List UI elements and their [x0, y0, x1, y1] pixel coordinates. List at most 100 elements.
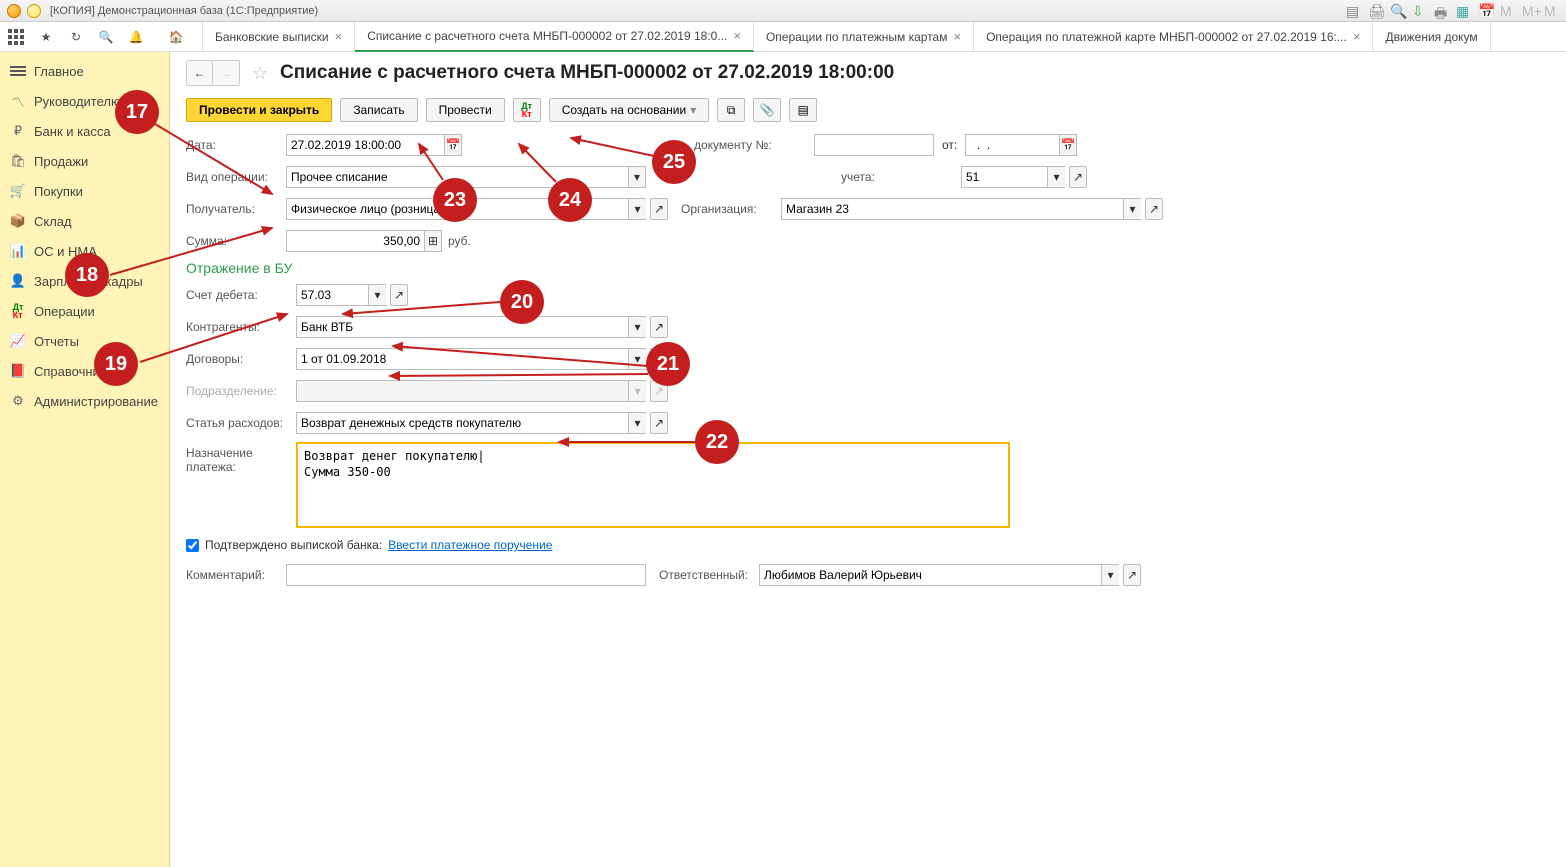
sidebar-item-sales[interactable]: 🛍Продажи — [0, 146, 169, 176]
tab-bar: Банковские выписки× Списание с расчетног… — [202, 22, 1560, 52]
dropdown-button[interactable]: ▾ — [628, 198, 646, 220]
open-button[interactable]: ↗ — [650, 198, 668, 220]
payment-purpose-label: Назначение платежа: — [186, 442, 296, 474]
from-label: от: — [942, 138, 957, 152]
bag-icon: 🛍 — [10, 153, 26, 169]
m-plus-icon[interactable]: M+ — [1522, 3, 1538, 19]
sidebar-item-purchases[interactable]: 🛒Покупки — [0, 176, 169, 206]
confirmed-checkbox[interactable] — [186, 539, 199, 552]
nav-forward-button[interactable]: → — [213, 61, 239, 85]
calendar-button[interactable]: 📅 — [444, 134, 462, 156]
tab-card-ops[interactable]: Операции по платежным картам× — [754, 22, 974, 52]
dropdown-button[interactable]: ▾ — [1101, 564, 1119, 586]
dropdown-button: ▾ — [628, 380, 646, 402]
close-icon[interactable]: × — [1353, 29, 1361, 44]
dropdown-button[interactable]: ▾ — [628, 316, 646, 338]
account-input[interactable] — [961, 166, 1047, 188]
callout-22: 22 — [695, 420, 739, 464]
tab-card-op-doc[interactable]: Операция по платежной карте МНБП-000002 … — [974, 22, 1373, 52]
list-button[interactable]: ▤ — [789, 98, 817, 122]
ruble-icon: ₽ — [10, 123, 26, 139]
callout-20: 20 — [500, 280, 544, 324]
comment-label: Комментарий: — [186, 568, 286, 582]
related-docs-button[interactable]: ⧉ — [717, 98, 745, 122]
create-based-button[interactable]: Создать на основании ▾ — [549, 98, 710, 122]
app-circle-icon — [26, 3, 42, 19]
zoom-icon[interactable]: 🔍 — [1390, 3, 1406, 19]
tab-movements[interactable]: Движения докум — [1373, 22, 1490, 52]
trend-icon: 〽 — [10, 93, 26, 109]
sidebar-item-main[interactable]: Главное — [0, 56, 169, 86]
post-and-close-button[interactable]: Провести и закрыть — [186, 98, 332, 122]
dropdown-button[interactable]: ▾ — [1123, 198, 1141, 220]
print-icon[interactable]: 🖨 — [1368, 3, 1384, 19]
dropdown-button[interactable]: ▾ — [628, 348, 646, 370]
dtk-button[interactable]: ДтКт — [513, 98, 541, 122]
apps-grid-icon[interactable] — [6, 27, 26, 47]
tab-bank-statements[interactable]: Банковские выписки× — [202, 22, 355, 52]
counterparty-label: Контрагенты: — [186, 320, 296, 334]
open-button[interactable]: ↗ — [390, 284, 408, 306]
input-no-field[interactable] — [814, 134, 934, 156]
sidebar: Главное 〽Руководителю ₽Банк и касса 🛍Про… — [0, 52, 170, 867]
search-icon[interactable]: 🔍 — [96, 27, 116, 47]
sidebar-item-directories[interactable]: 📕Справочники — [0, 356, 169, 386]
chart-icon: 📊 — [10, 243, 26, 259]
debit-account-input[interactable] — [296, 284, 368, 306]
from-date-input[interactable] — [965, 134, 1059, 156]
expense-item-input[interactable] — [296, 412, 628, 434]
contracts-label: Договоры: — [186, 352, 296, 366]
open-button[interactable]: ↗ — [1069, 166, 1087, 188]
history-icon[interactable]: ↻ — [66, 27, 86, 47]
post-button[interactable]: Провести — [426, 98, 505, 122]
comment-input[interactable] — [286, 564, 646, 586]
open-button[interactable]: ↗ — [650, 412, 668, 434]
m-icon[interactable]: M — [1500, 3, 1516, 19]
attach-button[interactable]: 📎 — [753, 98, 781, 122]
responsible-input[interactable] — [759, 564, 1101, 586]
book-icon: 📕 — [10, 363, 26, 379]
star-icon[interactable]: ★ — [36, 27, 56, 47]
calendar-button[interactable]: 📅 — [1059, 134, 1077, 156]
organization-input[interactable] — [781, 198, 1123, 220]
lock-icon[interactable]: ⇩ — [1412, 3, 1428, 19]
open-button[interactable]: ↗ — [650, 316, 668, 338]
tab-writeoff-doc[interactable]: Списание с расчетного счета МНБП-000002 … — [355, 22, 754, 52]
save-button[interactable]: Записать — [340, 98, 417, 122]
calendar-icon[interactable]: 📅 — [1478, 3, 1494, 19]
open-button[interactable]: ↗ — [1145, 198, 1163, 220]
callout-21: 21 — [646, 342, 690, 386]
menu-icon — [10, 63, 26, 79]
favorite-star-icon[interactable]: ☆ — [248, 61, 272, 85]
home-icon[interactable]: 🏠 — [166, 27, 186, 47]
open-button[interactable]: ↗ — [1123, 564, 1141, 586]
content-area: ← → ☆ Списание с расчетного счета МНБП-0… — [170, 52, 1566, 867]
counterparty-input[interactable] — [296, 316, 628, 338]
sidebar-item-admin[interactable]: ⚙Администрирование — [0, 386, 169, 416]
enter-payment-order-link[interactable]: Ввести платежное поручение — [388, 538, 552, 552]
nav-back-button[interactable]: ← — [187, 61, 213, 85]
dropdown-button[interactable]: ▾ — [368, 284, 386, 306]
close-icon[interactable]: × — [953, 29, 961, 44]
close-icon[interactable]: × — [335, 29, 343, 44]
dropdown-button[interactable]: ▾ — [1047, 166, 1065, 188]
print2-icon[interactable]: 🖶 — [1434, 3, 1450, 19]
date-input[interactable] — [286, 134, 444, 156]
bars-icon: 📈 — [10, 333, 26, 349]
contract-input[interactable] — [296, 348, 628, 370]
sidebar-item-reports[interactable]: 📈Отчеты — [0, 326, 169, 356]
m-icon-2[interactable]: M — [1544, 3, 1560, 19]
dropdown-button[interactable]: ▾ — [628, 166, 646, 188]
input-no-label: документу №: — [694, 138, 814, 152]
amount-input[interactable] — [286, 230, 424, 252]
table-icon[interactable]: ▦ — [1456, 3, 1472, 19]
sidebar-item-warehouse[interactable]: 📦Склад — [0, 206, 169, 236]
payment-purpose-input[interactable] — [296, 442, 1010, 528]
close-icon[interactable]: × — [733, 28, 741, 43]
calculator-button[interactable]: ⊞ — [424, 230, 442, 252]
dropdown-button[interactable]: ▾ — [628, 412, 646, 434]
date-label: Дата: — [186, 138, 286, 152]
bell-icon[interactable]: 🔔 — [126, 27, 146, 47]
panel-icon[interactable]: ▤ — [1346, 3, 1362, 19]
sidebar-item-operations[interactable]: ДтКтОперации — [0, 296, 169, 326]
